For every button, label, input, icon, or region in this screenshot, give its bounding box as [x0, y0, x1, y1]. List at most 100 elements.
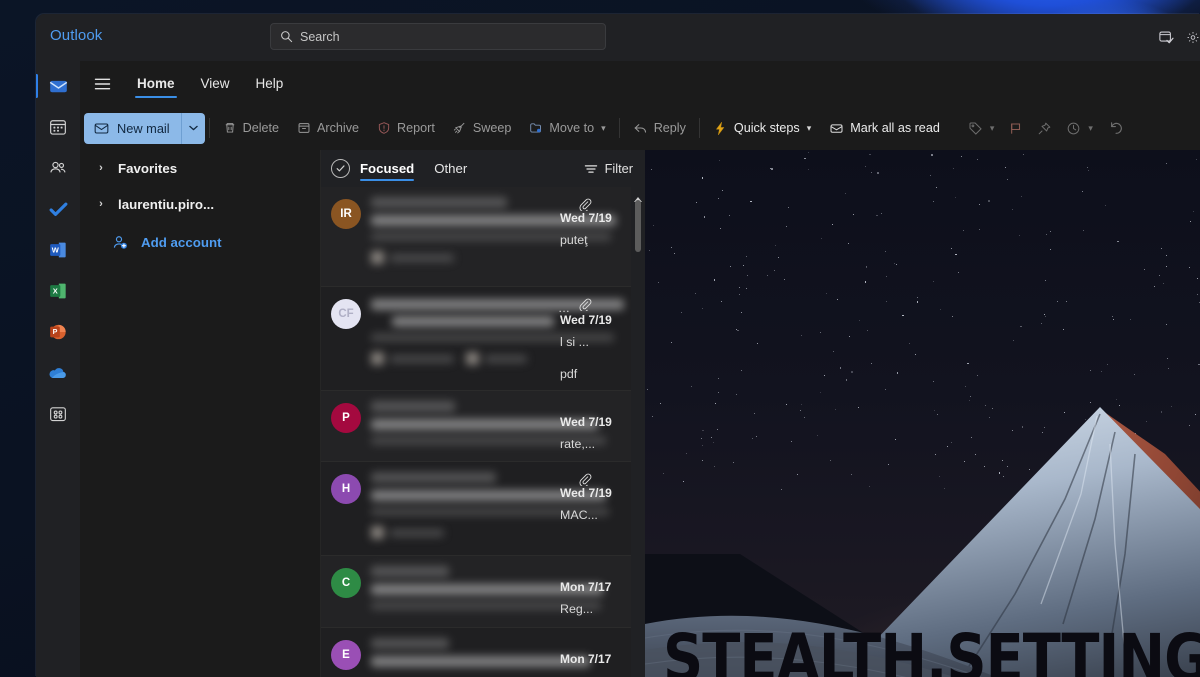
avatar-initials: H [341, 483, 351, 495]
toolbar-separator [618, 118, 620, 138]
message-list-item[interactable]: E Mon 7/17 [321, 628, 646, 677]
folder-group-account[interactable]: › laurentiu.piro... [80, 186, 320, 222]
star [786, 225, 788, 227]
desktop-wallpaper-region: STEALTH.SETTINGS [645, 150, 1200, 677]
star [728, 214, 730, 216]
star [885, 275, 887, 277]
sweep-label: Sweep [472, 120, 512, 135]
flag-button[interactable] [1001, 113, 1030, 144]
pin-button[interactable] [1030, 113, 1059, 144]
toolbar-separator [698, 118, 700, 138]
report-button[interactable]: Report [368, 113, 444, 144]
snooze-button[interactable]: ▾ [1059, 113, 1100, 144]
star [1193, 211, 1195, 212]
new-mail-split-button[interactable]: New mail [84, 112, 205, 144]
mark-all-read-icon[interactable] [1146, 14, 1186, 61]
attachment-name-redacted [390, 528, 444, 537]
pivot-focused[interactable]: Focused [360, 150, 415, 187]
attachment-chip[interactable] [371, 251, 454, 264]
message-list-item[interactable]: IR Wed 7/19 puteţ [321, 187, 646, 287]
delete-button[interactable]: Delete [214, 113, 288, 144]
svg-text:X: X [53, 286, 58, 295]
star [788, 206, 789, 208]
rail-item-onedrive[interactable] [41, 356, 75, 390]
star [739, 287, 741, 289]
sweep-button[interactable]: Sweep [444, 113, 521, 144]
tab-help[interactable]: Help [243, 61, 297, 106]
new-mail-dropdown-caret[interactable] [180, 112, 205, 144]
tab-view[interactable]: View [188, 61, 243, 106]
star [917, 297, 919, 299]
settings-icon[interactable] [1186, 14, 1200, 61]
rail-item-people[interactable] [41, 151, 75, 185]
new-mail-button[interactable]: New mail [84, 112, 181, 144]
rail-item-word[interactable]: W [41, 233, 75, 267]
rail-item-calendar[interactable] [41, 110, 75, 144]
star [1197, 293, 1198, 295]
star [1020, 195, 1022, 197]
rail-item-apps[interactable] [41, 397, 75, 431]
archive-button[interactable]: Archive [288, 113, 368, 144]
star [895, 264, 897, 265]
chevron-right-icon: › [99, 198, 103, 210]
message-list-item[interactable]: H Wed 7/19 MAC... [321, 462, 646, 556]
menu-icon[interactable] [80, 61, 124, 106]
rail-item-todo[interactable] [41, 192, 75, 226]
star [845, 193, 847, 194]
todo-check-icon [49, 202, 67, 216]
tab-home[interactable]: Home [124, 61, 188, 106]
apps-grid-icon [50, 407, 66, 422]
message-list-scrollbar[interactable] [631, 187, 645, 677]
focused-inbox-icon[interactable] [331, 159, 350, 178]
pivot-other[interactable]: Other [434, 150, 467, 187]
attachment-chip[interactable] [466, 352, 527, 365]
message-list-item[interactable]: P Wed 7/19 rate,... [321, 391, 646, 462]
avatar-initials: IR [340, 208, 352, 220]
message-list-item[interactable]: CF … Wed 7/19 l si ... pdf [321, 287, 646, 391]
star [1082, 229, 1085, 231]
add-account-button[interactable]: Add account [80, 224, 320, 260]
star [1005, 167, 1007, 169]
star [936, 187, 938, 189]
search-input[interactable]: Search [270, 23, 606, 50]
rail-item-excel[interactable]: X [41, 274, 75, 308]
avatar: E [331, 640, 361, 670]
move-to-button[interactable]: Move to ▾ [520, 113, 614, 144]
scrollbar-thumb[interactable] [635, 200, 641, 252]
attachment-chip[interactable] [371, 352, 454, 365]
report-icon [377, 121, 391, 135]
attachment-name-redacted [485, 354, 527, 363]
rail-item-powerpoint[interactable]: P [41, 315, 75, 349]
undo-button[interactable] [1100, 113, 1130, 144]
attachment-chip[interactable] [371, 526, 444, 539]
add-account-label: Add account [141, 234, 222, 250]
word-icon: W [50, 242, 66, 258]
star [745, 288, 747, 290]
attachment-file-icon [371, 251, 384, 264]
chevron-down-icon: ▾ [806, 122, 812, 133]
reply-button[interactable]: Reply [624, 113, 695, 144]
filter-button[interactable]: Filter [584, 161, 633, 176]
flag-icon [1008, 121, 1023, 136]
chevron-down-icon: ▾ [1088, 122, 1093, 133]
star [1087, 169, 1089, 171]
mark-all-as-read-button[interactable]: Mark all as read [820, 113, 949, 144]
reply-icon [633, 121, 648, 136]
star [853, 213, 855, 215]
star [1105, 205, 1106, 207]
scroll-up-arrow-icon[interactable] [634, 190, 642, 202]
folder-group-favorites[interactable]: › Favorites [80, 150, 320, 186]
tag-button[interactable]: ▾ [961, 113, 1002, 144]
star [836, 298, 838, 300]
message-rows[interactable]: IR Wed 7/19 puteţ CF … Wed 7/19 l si ...… [321, 187, 646, 677]
star [979, 204, 980, 206]
app-brand-label: Outlook [50, 27, 103, 44]
message-list-item[interactable]: C Mon 7/17 Reg... [321, 556, 646, 628]
star [745, 255, 747, 257]
quick-steps-button[interactable]: Quick steps ▾ [704, 113, 820, 144]
rail-item-mail[interactable] [36, 69, 75, 103]
star [1049, 231, 1051, 233]
star [1166, 266, 1168, 268]
star [739, 294, 741, 295]
star [671, 246, 673, 248]
